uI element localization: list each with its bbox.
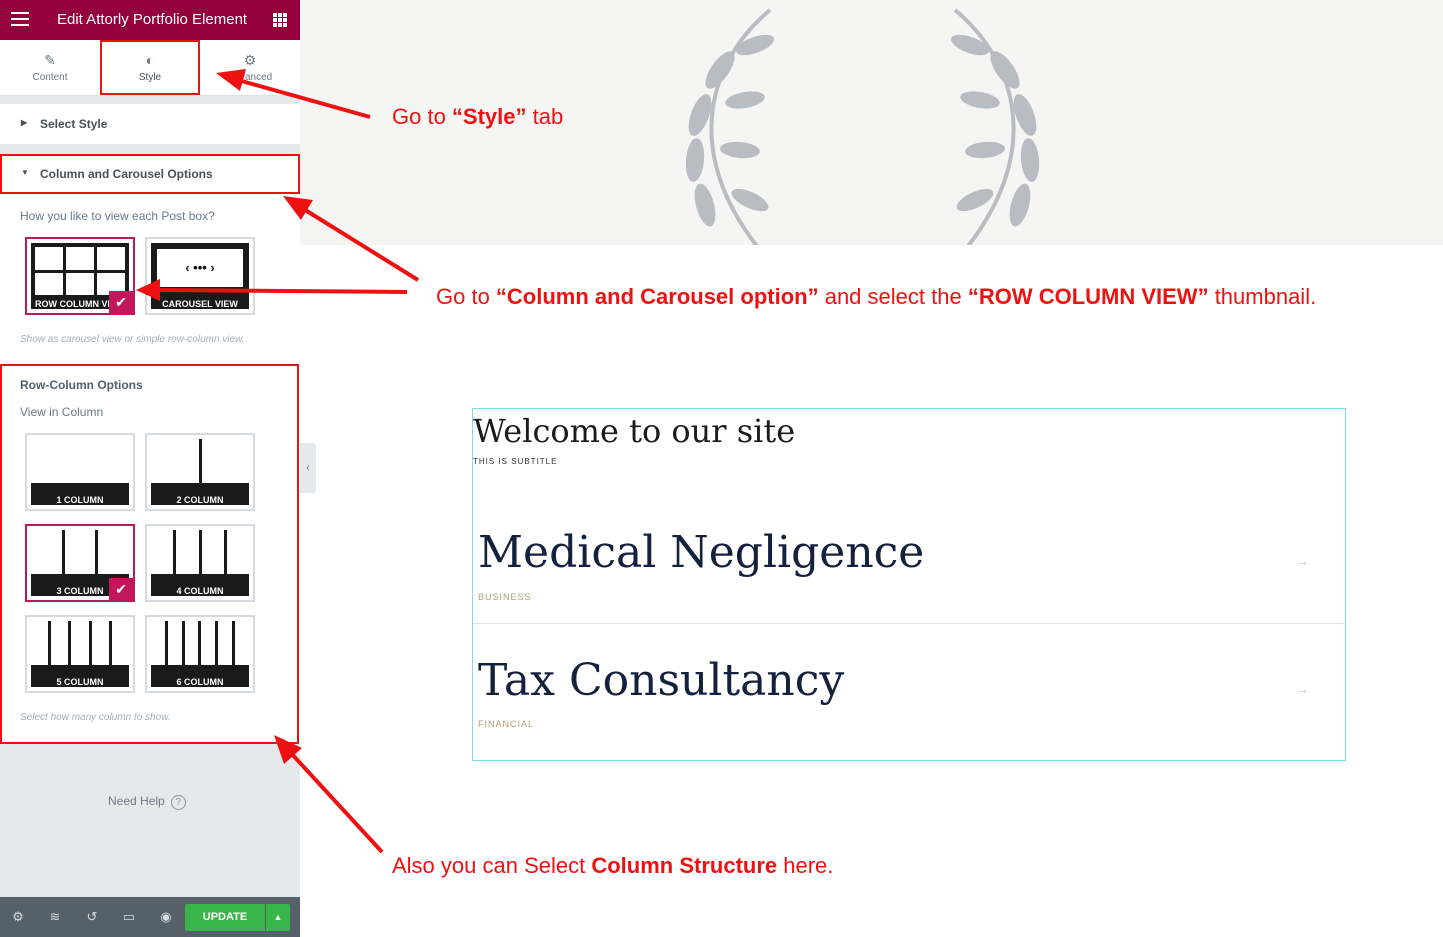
view-question: How you like to view each Post box? xyxy=(20,209,215,223)
portfolio-item-title[interactable]: Medical Negligence xyxy=(478,527,924,578)
section-select-style[interactable]: ▶ Select Style xyxy=(0,104,300,144)
need-help-label: Need Help xyxy=(108,794,165,808)
annotation-text: thumbnail. xyxy=(1208,284,1317,309)
highlight-row-column-options xyxy=(0,364,299,744)
row-column-view-thumbnail[interactable]: ROW COLUMN VIEW ✔ xyxy=(25,237,135,315)
navigator-layers-icon[interactable]: ≋ xyxy=(47,909,63,925)
annotation-bold: “ROW COLUMN VIEW” xyxy=(967,284,1209,309)
widget-heading: Welcome to our site xyxy=(473,412,796,450)
tab-content-label: Content xyxy=(32,72,68,83)
tab-content[interactable]: ✎ Content xyxy=(0,40,100,96)
grid-preview-icon xyxy=(35,247,125,295)
annotation-text: tab xyxy=(526,104,564,129)
menu-icon[interactable] xyxy=(11,12,29,28)
annotation-text: and select the xyxy=(818,284,968,309)
arrow-to-row-column-options xyxy=(288,750,384,854)
caret-right-icon: ▶ xyxy=(21,118,28,127)
portfolio-item-category: BUSINESS xyxy=(478,592,532,602)
view-hint: Show as carousel view or simple row-colu… xyxy=(20,334,245,345)
update-options-caret-icon[interactable]: ▲ xyxy=(266,904,290,931)
widgets-grid-icon[interactable] xyxy=(273,13,287,27)
highlight-column-carousel-section xyxy=(0,154,300,194)
annotation-text: Go to xyxy=(436,284,496,309)
portfolio-item-category: FINANCIAL xyxy=(478,719,535,729)
annotation-style-tab: Go to “Style” tab xyxy=(392,104,563,130)
highlight-style-tab xyxy=(100,40,200,95)
arrow-right-icon[interactable]: → xyxy=(1295,681,1309,697)
tab-advanced[interactable]: ⚙ Advanced xyxy=(200,40,300,96)
collapse-panel-button[interactable]: ‹ xyxy=(300,443,316,493)
portfolio-item-title[interactable]: Tax Consultancy xyxy=(478,655,844,706)
need-help-link[interactable]: Need Help? xyxy=(108,794,186,810)
annotation-bold: “Column and Carousel option” xyxy=(495,284,819,309)
item-divider xyxy=(473,623,1345,624)
annotation-bold: “Style” xyxy=(451,104,527,129)
portfolio-widget[interactable]: Welcome to our site THIS IS SUBTITLE Med… xyxy=(472,408,1346,761)
gear-icon: ⚙ xyxy=(243,52,257,68)
section-select-style-label: Select Style xyxy=(40,117,108,131)
editor-topbar: Edit Attorly Portfolio Element xyxy=(0,0,300,40)
carousel-view-label: CAROUSEL VIEW xyxy=(162,299,238,309)
widget-subtitle: THIS IS SUBTITLE xyxy=(473,457,558,466)
checkmark-icon: ✔ xyxy=(109,291,133,313)
annotation-text: Also you can Select xyxy=(392,853,592,878)
editor-title: Edit Attorly Portfolio Element xyxy=(57,11,248,28)
question-circle-icon: ? xyxy=(170,795,186,810)
pencil-icon: ✎ xyxy=(44,52,56,68)
annotation-carousel-option: Go to “Column and Carousel option” and s… xyxy=(436,284,1316,310)
annotation-text: here. xyxy=(777,853,834,878)
annotation-bold: Column Structure xyxy=(591,853,778,878)
preview-eye-icon[interactable]: ◉ xyxy=(158,909,174,925)
responsive-mode-icon[interactable]: ▭ xyxy=(121,909,137,925)
update-button[interactable]: UPDATE xyxy=(185,904,265,931)
arrow-right-icon[interactable]: → xyxy=(1295,553,1309,569)
tab-advanced-label: Advanced xyxy=(227,72,273,83)
history-icon[interactable]: ↺ xyxy=(84,909,100,925)
screenshot-root: Edit Attorly Portfolio Element ✎ Content… xyxy=(0,0,1443,937)
annotation-column-structure: Also you can Select Column Structure her… xyxy=(392,853,833,879)
carousel-dots-icon: ‹ ••• › xyxy=(157,249,243,287)
settings-icon[interactable]: ⚙ xyxy=(10,909,26,925)
carousel-view-thumbnail[interactable]: ‹ ••• › CAROUSEL VIEW xyxy=(145,237,255,315)
annotation-text: Go to xyxy=(392,104,452,129)
